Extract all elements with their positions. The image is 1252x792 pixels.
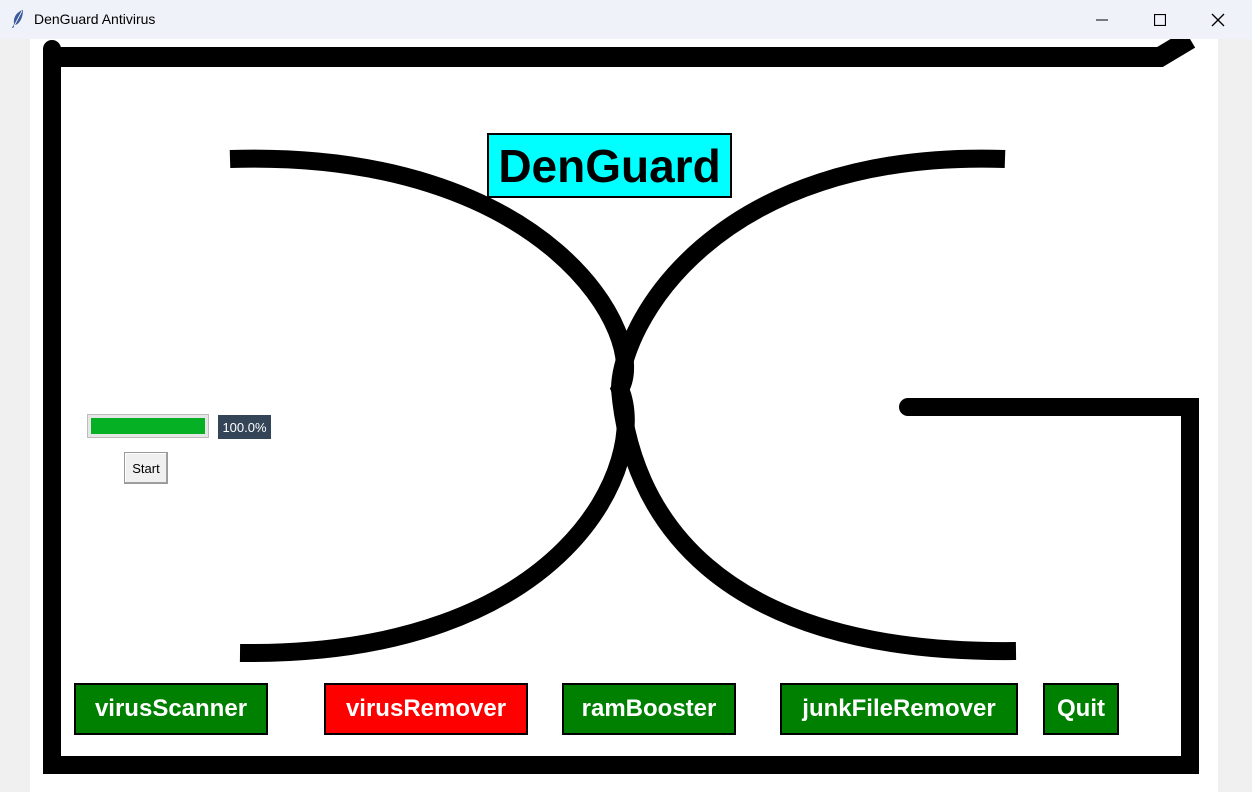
start-button[interactable]: Start (124, 452, 168, 484)
close-button[interactable] (1189, 0, 1247, 39)
maximize-button[interactable] (1131, 0, 1189, 39)
minimize-button[interactable] (1073, 0, 1131, 39)
main-canvas: DenGuard 100.0% Start virusScanner virus… (30, 39, 1218, 792)
progress-bar-fill (91, 418, 205, 434)
feather-icon (10, 9, 26, 29)
maximize-icon (1154, 13, 1166, 26)
junk-file-remover-button[interactable]: junkFileRemover (780, 683, 1018, 735)
app-title: DenGuard (487, 133, 732, 198)
virus-scanner-button[interactable]: virusScanner (74, 683, 268, 735)
progress-bar (87, 414, 209, 438)
window-title: DenGuard Antivirus (34, 11, 156, 27)
ram-booster-button[interactable]: ramBooster (562, 683, 736, 735)
minimize-icon (1096, 19, 1108, 20)
window-right-edge (1218, 39, 1252, 792)
quit-button[interactable]: Quit (1043, 683, 1119, 735)
progress-label: 100.0% (218, 415, 271, 439)
virus-remover-button[interactable]: virusRemover (324, 683, 528, 735)
window-titlebar[interactable]: DenGuard Antivirus (0, 0, 1252, 39)
close-icon (1211, 13, 1225, 26)
